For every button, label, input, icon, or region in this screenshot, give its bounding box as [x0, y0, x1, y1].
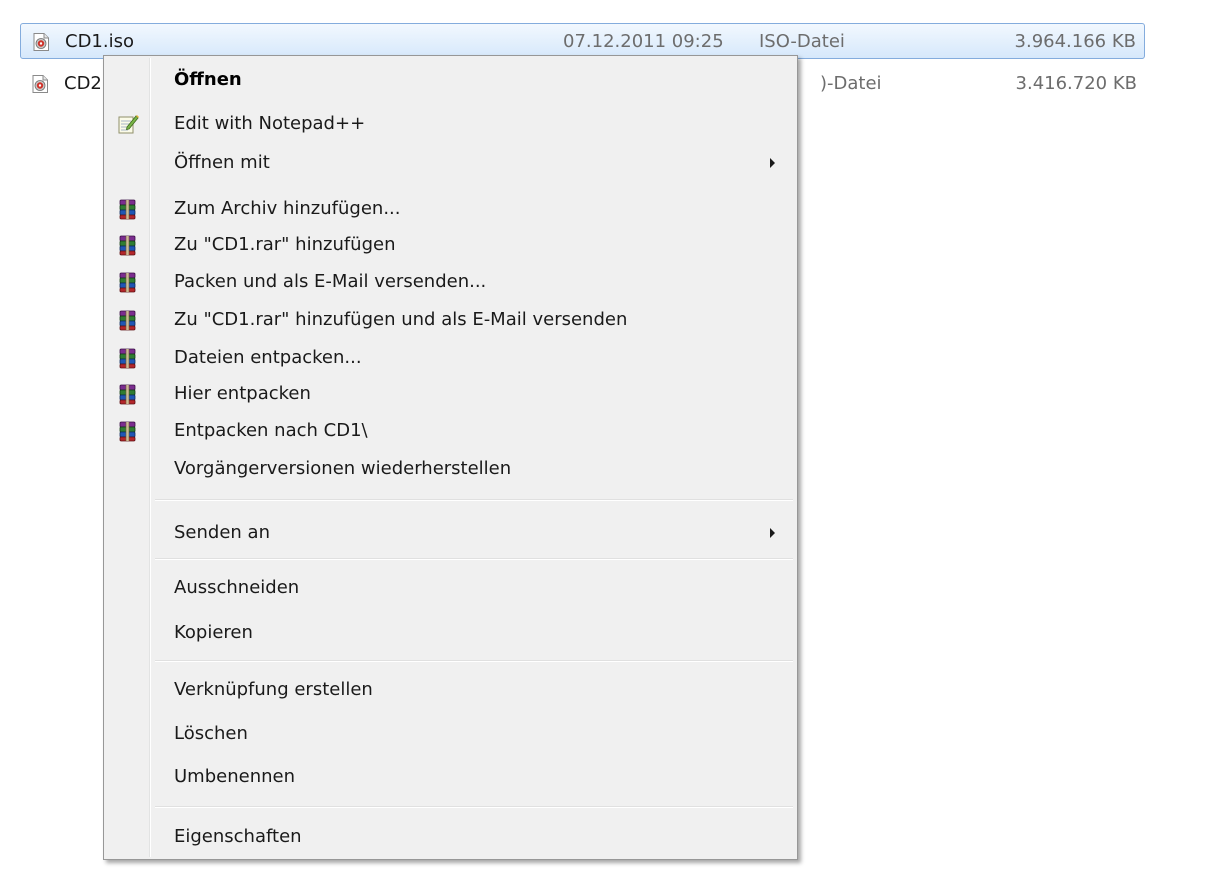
menu-separator [155, 806, 793, 808]
menu-item-edit-notepad[interactable]: Edit with Notepad++ [106, 103, 795, 144]
menu-item-label: Senden an [174, 522, 270, 543]
menu-item-add-to-archive[interactable]: Zum Archiv hinzufügen... [106, 188, 795, 229]
winrar-icon [117, 271, 139, 293]
menu-item-label: Zu "CD1.rar" hinzufügen und als E-Mail v… [174, 309, 628, 330]
winrar-icon [117, 309, 139, 331]
menu-item-label: Löschen [174, 723, 248, 744]
file-size: 3.416.720 KB [1015, 73, 1137, 94]
menu-item-label: Kopieren [174, 622, 253, 643]
file-row-cd1[interactable]: CD1.iso 07.12.2011 09:25 ISO-Datei 3.964… [20, 23, 1145, 59]
menu-separator [155, 499, 793, 501]
file-type: )-Datei [820, 73, 882, 94]
menu-separator [155, 660, 793, 662]
menu-item-create-shortcut[interactable]: Verknüpfung erstellen [106, 669, 795, 710]
menu-item-label: Packen und als E-Mail versenden... [174, 271, 487, 292]
menu-item-label: Umbenennen [174, 766, 295, 787]
menu-item-cut[interactable]: Ausschneiden [106, 567, 795, 608]
notepad-plus-plus-icon [117, 113, 139, 135]
menu-item-label: Zum Archiv hinzufügen... [174, 198, 401, 219]
file-size: 3.964.166 KB [1014, 31, 1136, 52]
menu-item-label: Hier entpacken [174, 383, 311, 404]
winrar-icon [117, 347, 139, 369]
menu-item-add-to-rar-and-email[interactable]: Zu "CD1.rar" hinzufügen und als E-Mail v… [106, 299, 795, 340]
menu-item-label: Öffnen [174, 69, 242, 90]
menu-item-rename[interactable]: Umbenennen [106, 756, 795, 797]
menu-item-pack-and-email[interactable]: Packen und als E-Mail versenden... [106, 261, 795, 302]
menu-item-add-to-cd1-rar[interactable]: Zu "CD1.rar" hinzufügen [106, 224, 795, 265]
context-menu: Öffnen Edit with Notepad++ Öffnen mit Zu… [103, 55, 798, 860]
winrar-icon [117, 420, 139, 442]
menu-item-extract-files[interactable]: Dateien entpacken... [106, 337, 795, 378]
menu-item-label: Entpacken nach CD1\ [174, 420, 368, 441]
menu-separator [155, 558, 793, 560]
menu-item-label: Öffnen mit [174, 152, 270, 173]
winrar-icon [117, 383, 139, 405]
menu-item-label: Zu "CD1.rar" hinzufügen [174, 234, 396, 255]
menu-item-delete[interactable]: Löschen [106, 713, 795, 754]
menu-item-label: Ausschneiden [174, 577, 300, 598]
menu-item-label: Dateien entpacken... [174, 347, 362, 368]
submenu-arrow-icon [770, 528, 775, 538]
explorer-file-view: CD1.iso 07.12.2011 09:25 ISO-Datei 3.964… [0, 0, 1209, 886]
menu-item-label: Eigenschaften [174, 826, 302, 847]
menu-item-copy[interactable]: Kopieren [106, 612, 795, 653]
menu-item-properties[interactable]: Eigenschaften [106, 816, 795, 857]
iso-file-icon [32, 75, 48, 93]
menu-item-open[interactable]: Öffnen [106, 59, 795, 100]
menu-item-extract-here[interactable]: Hier entpacken [106, 373, 795, 414]
iso-file-icon [33, 33, 49, 51]
submenu-arrow-icon [770, 158, 775, 168]
winrar-icon [117, 198, 139, 220]
file-name: CD2 [64, 73, 102, 94]
menu-item-extract-to-cd1[interactable]: Entpacken nach CD1\ [106, 410, 795, 451]
menu-item-label: Vorgängerversionen wiederherstellen [174, 458, 512, 479]
winrar-icon [117, 234, 139, 256]
menu-item-restore-previous-versions[interactable]: Vorgängerversionen wiederherstellen [106, 448, 795, 489]
menu-item-open-with[interactable]: Öffnen mit [106, 142, 795, 183]
menu-item-label: Edit with Notepad++ [174, 113, 366, 134]
menu-item-label: Verknüpfung erstellen [174, 679, 373, 700]
menu-item-send-to[interactable]: Senden an [106, 512, 795, 553]
